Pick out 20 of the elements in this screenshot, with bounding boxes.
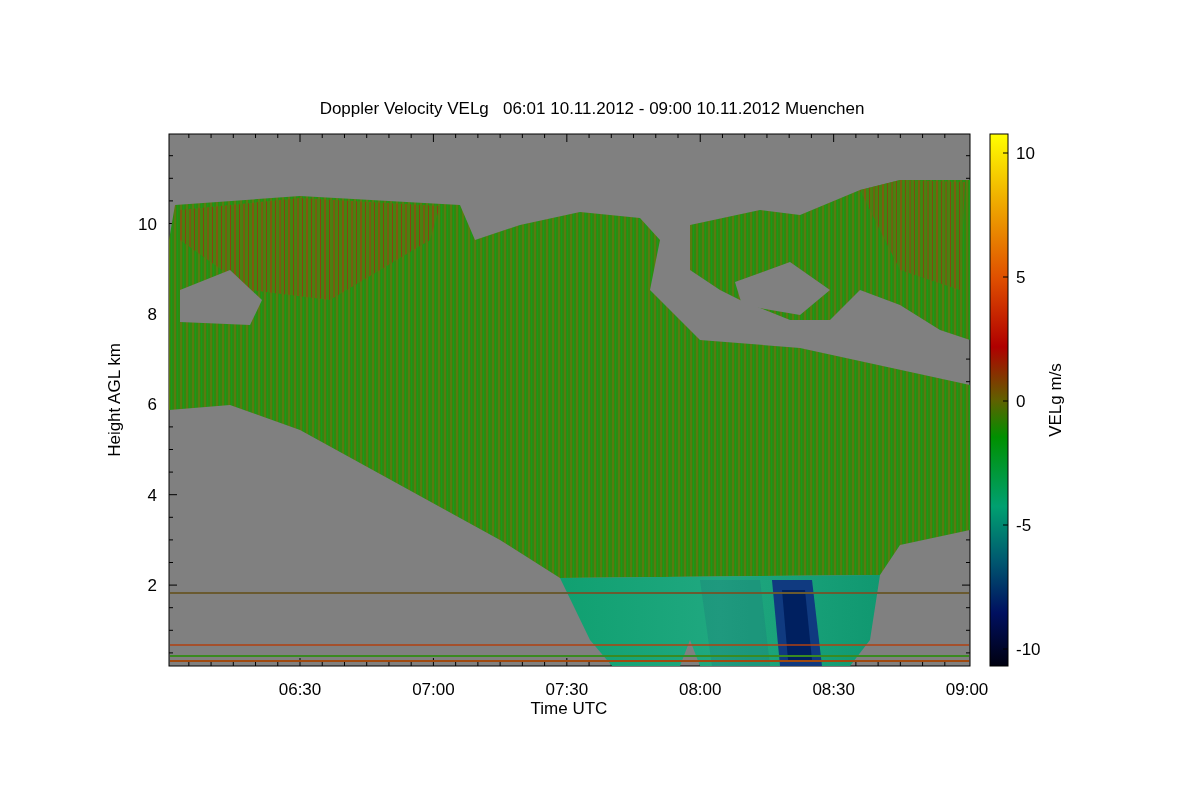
tick-label: 08:00 [678,680,722,699]
colorbar-tick-label: -5 [1016,516,1032,535]
tick-label: 10 [138,214,157,234]
colorbar-tick-label: -10 [1016,640,1041,659]
tick-label: 2 [147,576,157,596]
tick-label: 8 [147,304,157,324]
colorbar-label: VELg m/s [1046,363,1065,437]
colorbar-tick-label: 10 [1016,144,1035,163]
tick-label: 07:00 [412,680,455,699]
tick-label: 08:30 [812,680,855,699]
tick-label: 06:30 [278,680,322,699]
y-axis-label: Height AGL km [105,343,124,457]
colorbar-tick-label: 0 [1016,392,1026,411]
colorbar-tick-label: 5 [1016,268,1026,287]
tick-label: 6 [147,395,157,415]
tick-label: 07:30 [545,680,589,699]
x-axis-label: Time UTC [530,699,608,718]
tick-label: 4 [147,485,157,505]
tick-label: 09:00 [945,680,989,699]
plot-title: Doppler Velocity VELg 06:01 10.11.2012 - 09:00 10.11.2012 Muenchen [319,99,865,118]
